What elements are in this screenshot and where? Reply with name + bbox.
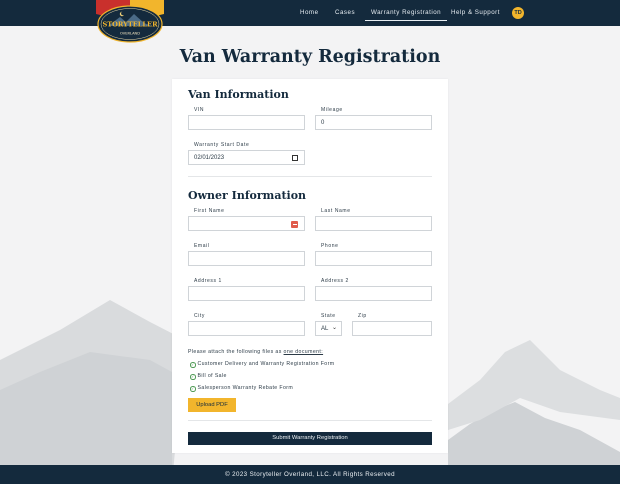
warranty-form-card: Van Information VIN Mileage 0 Warranty S…: [172, 79, 448, 453]
storyteller-overland-logo[interactable]: STORYTELLER OVERLAND: [96, 0, 164, 43]
last-name-label: Last Name: [321, 208, 351, 214]
zip-input[interactable]: [352, 321, 432, 336]
check-circle-icon: ✓: [190, 362, 196, 368]
upload-pdf-button[interactable]: Upload PDF: [188, 398, 236, 412]
last-name-input[interactable]: [315, 216, 432, 231]
document-item-label: Customer Delivery and Warranty Registrat…: [197, 361, 335, 367]
owner-information-heading: Owner Information: [188, 189, 307, 202]
nav-warranty-registration-link[interactable]: Warranty Registration: [365, 9, 448, 21]
one-document-emphasis: one document:: [283, 349, 324, 355]
warranty-start-date-value: 02/01/2023: [194, 155, 225, 161]
document-item: ✓ Bill of Sale: [190, 373, 227, 380]
address-1-input[interactable]: [188, 286, 305, 301]
state-label: State: [321, 313, 336, 319]
copyright-text: © 2023 Storyteller Overland, LLC. All Ri…: [225, 471, 395, 478]
city-label: City: [194, 313, 206, 319]
attach-instruction-text: Please attach the following files as: [188, 349, 284, 355]
address-2-input[interactable]: [315, 286, 432, 301]
nav-home-link[interactable]: Home: [300, 9, 319, 16]
address-2-label: Address 2: [321, 278, 349, 284]
logo-wordmark: STORYTELLER: [102, 21, 158, 29]
page-title: Van Warranty Registration: [179, 47, 441, 67]
address-1-label: Address 1: [194, 278, 222, 284]
vin-input[interactable]: [188, 115, 305, 130]
zip-label: Zip: [358, 313, 367, 319]
van-information-heading: Van Information: [188, 88, 289, 101]
state-select-value: AL: [321, 326, 329, 332]
chevron-down-icon: ⌄: [331, 325, 337, 331]
user-avatar[interactable]: TD: [512, 7, 524, 19]
calendar-icon[interactable]: [292, 155, 298, 161]
phone-label: Phone: [321, 243, 339, 249]
top-navbar: Home Cases Warranty Registration Help & …: [0, 0, 620, 26]
first-name-input[interactable]: [188, 216, 305, 231]
document-item: ✓ Customer Delivery and Warranty Registra…: [190, 361, 334, 368]
attach-instruction: Please attach the following files as one…: [188, 349, 323, 355]
email-label: Email: [194, 243, 210, 249]
email-input[interactable]: [188, 251, 305, 266]
mileage-label: Mileage: [321, 107, 343, 113]
vin-label: VIN: [194, 107, 205, 113]
document-item-label: Bill of Sale: [197, 373, 227, 379]
nav-help-support-link[interactable]: Help & Support: [451, 9, 500, 16]
state-select[interactable]: AL ⌄: [315, 321, 342, 336]
section-divider: [188, 176, 432, 177]
warranty-start-date-input[interactable]: 02/01/2023: [188, 150, 305, 165]
document-item-label: Salesperson Warranty Rebate Form: [197, 385, 294, 391]
city-input[interactable]: [188, 321, 305, 336]
section-divider: [188, 420, 432, 421]
check-circle-icon: ✓: [190, 374, 196, 380]
check-circle-icon: ✓: [190, 386, 196, 392]
document-item: ✓ Salesperson Warranty Rebate Form: [190, 385, 293, 392]
page-footer: © 2023 Storyteller Overland, LLC. All Ri…: [0, 465, 620, 484]
submit-warranty-registration-button[interactable]: Submit Warranty Registration: [188, 432, 432, 445]
logo-subtitle: OVERLAND: [120, 32, 140, 36]
phone-input[interactable]: [315, 251, 432, 266]
password-manager-icon[interactable]: [291, 220, 298, 228]
mileage-input[interactable]: 0: [315, 115, 432, 130]
nav-cases-link[interactable]: Cases: [335, 9, 355, 16]
first-name-label: First Name: [194, 208, 225, 214]
warranty-start-date-label: Warranty Start Date: [194, 142, 250, 148]
